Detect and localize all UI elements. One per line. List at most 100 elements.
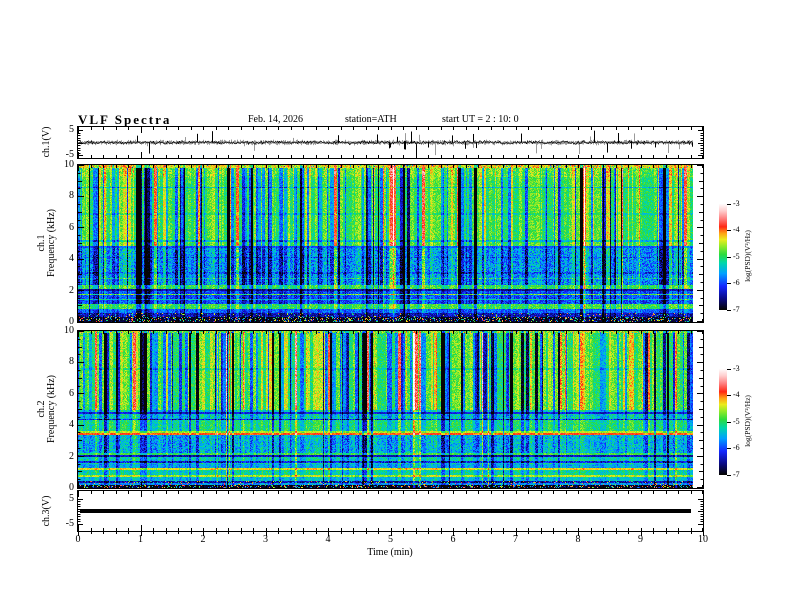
spec1-freq-tick-label: 8 (69, 190, 74, 202)
ch3-waveform-canvas (78, 491, 703, 531)
tick-mark (178, 532, 179, 534)
spec1-freq-tick-label: 4 (69, 253, 74, 265)
date-label: Feb. 14, 2026 (248, 114, 303, 125)
time-tick-label: 6 (450, 534, 456, 545)
tick-mark (166, 532, 167, 534)
tick-mark (253, 532, 254, 534)
tick-mark (641, 532, 642, 536)
ch3v-tick-label: 5 (69, 492, 74, 504)
tick-mark (228, 532, 229, 534)
tick-mark (727, 395, 731, 396)
tick-mark (241, 532, 242, 534)
tick-mark (503, 532, 504, 534)
tick-mark (727, 230, 731, 231)
tick-mark (727, 257, 731, 258)
colorbar-tick-label: -5 (733, 416, 740, 426)
colorbar-tick-label: -6 (733, 443, 740, 453)
tick-mark (141, 532, 142, 536)
tick-mark (591, 532, 592, 534)
colorbar-tick-label: -7 (733, 304, 740, 314)
spec2-freq-tick-label: 10 (64, 325, 74, 336)
tick-mark (453, 532, 454, 536)
tick-mark (616, 532, 617, 534)
ch2-spectrogram-canvas (78, 331, 703, 488)
tick-mark (727, 475, 731, 476)
tick-mark (416, 532, 417, 534)
tick-mark (703, 532, 704, 536)
spec1-freq-tick-label: 6 (69, 221, 74, 233)
tick-mark (578, 532, 579, 536)
time-tick-label: 2 (200, 534, 206, 545)
tick-mark (666, 532, 667, 534)
time-tick-label: 10 (698, 534, 708, 545)
tick-mark (691, 532, 692, 534)
tick-mark (653, 532, 654, 534)
tick-mark (266, 532, 267, 536)
time-tick-label: 9 (638, 534, 643, 545)
colorbar-tick-label: -4 (733, 225, 740, 235)
tick-mark (91, 532, 92, 534)
time-axis-label: Time (min) (367, 547, 413, 558)
time-tick-label: 7 (513, 534, 518, 545)
tick-mark (291, 532, 292, 534)
time-tick-label: 5 (388, 534, 393, 545)
tick-mark (328, 532, 329, 536)
station-label: station=ATH (345, 114, 397, 125)
colorbar-tick-label: -3 (733, 198, 740, 208)
tick-mark (491, 532, 492, 534)
tick-mark (378, 532, 379, 534)
tick-mark (103, 532, 104, 534)
colorbar-2-canvas (719, 368, 727, 475)
tick-mark (278, 532, 279, 534)
tick-mark (628, 532, 629, 534)
tick-mark (128, 532, 129, 534)
spec2-freq-tick-label: 6 (69, 387, 74, 399)
ch1-waveform-canvas (78, 127, 703, 158)
colorbar-2-label: log(PSD)(V²/Hz) (743, 395, 752, 447)
colorbar-tick-label: -3 (733, 363, 740, 373)
spec2-freq-tick-label: 8 (69, 356, 74, 368)
tick-mark (203, 532, 204, 536)
tick-mark (441, 532, 442, 534)
tick-mark (727, 283, 731, 284)
time-tick-label: 3 (263, 534, 268, 545)
time-tick-label: 8 (575, 534, 581, 545)
tick-mark (403, 532, 404, 534)
time-tick-label: 4 (325, 534, 331, 545)
colorbar-tick-label: -6 (733, 278, 740, 288)
ch3v-tick-label: -5 (65, 517, 74, 529)
colorbar-1-label: log(PSD)(V²/Hz) (743, 230, 752, 282)
tick-mark (391, 532, 392, 536)
time-tick-label: 1 (138, 534, 143, 545)
ch2-frequency-axis-label-line2: Frequency (kHz) (46, 374, 57, 444)
vlf-spectra-figure: VLF Spectra Feb. 14, 2026 station=ATH st… (0, 0, 792, 612)
tick-mark (341, 532, 342, 534)
tick-mark (727, 369, 731, 370)
tick-mark (116, 532, 117, 534)
ch1-frequency-axis-label: ch.1 Frequency (kHz) (36, 163, 57, 323)
spec2-freq-tick-label: 4 (69, 419, 74, 431)
tick-mark (428, 532, 429, 534)
colorbar-tick-label: -4 (733, 390, 740, 400)
tick-mark (216, 532, 217, 534)
tick-mark (566, 532, 567, 534)
ch2-frequency-axis-label: ch.2 Frequency (kHz) (36, 329, 57, 489)
tick-mark (466, 532, 467, 534)
tick-mark (541, 532, 542, 534)
tick-mark (353, 532, 354, 534)
tick-mark (727, 422, 731, 423)
tick-mark (303, 532, 304, 534)
colorbar-tick-label: -7 (733, 469, 740, 479)
tick-mark (316, 532, 317, 534)
tick-mark (553, 532, 554, 534)
spec1-freq-tick-label: 10 (64, 159, 74, 170)
tick-mark (191, 532, 192, 534)
tick-mark (366, 532, 367, 534)
tick-mark (528, 532, 529, 534)
ch1v-tick-label: -5 (65, 149, 74, 160)
tick-mark (153, 532, 154, 534)
tick-mark (516, 532, 517, 536)
colorbar-1-canvas (719, 203, 727, 310)
time-tick-label: 0 (75, 534, 81, 545)
spec2-freq-tick-label: 2 (69, 450, 74, 462)
